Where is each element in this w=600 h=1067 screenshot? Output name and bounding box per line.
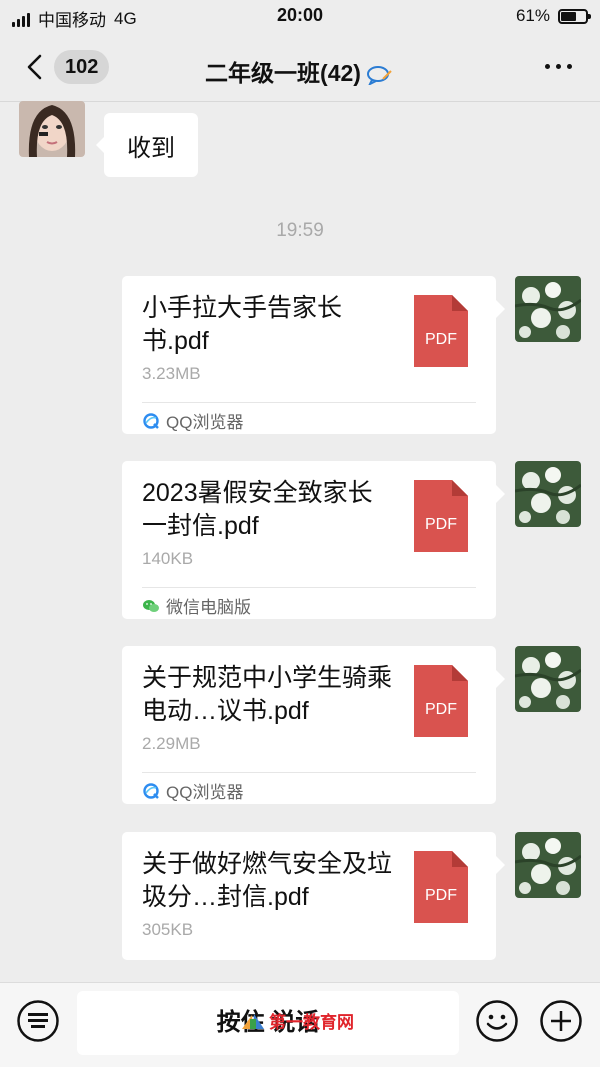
file-name: 2023暑假安全致家长一封信.pdf [142, 479, 373, 540]
qq-browser-icon [143, 782, 159, 799]
message-bubble[interactable]: 收到 [96, 113, 198, 177]
wechat-icon [143, 599, 159, 612]
file-type-label: PDF [425, 701, 457, 718]
file-message-card[interactable]: 关于做好燃气安全及垃圾分…封信.pdf 305KB PDF [122, 832, 505, 960]
avatar[interactable] [515, 276, 581, 342]
battery-icon [558, 8, 591, 24]
pdf-file-icon: PDF [414, 295, 468, 367]
qq-browser-icon [143, 412, 159, 429]
status-bar: 中国移动 4G 20:00 61% [0, 0, 600, 34]
avatar[interactable] [515, 461, 581, 527]
file-source-label: QQ浏览器 [166, 783, 244, 802]
file-type-label: PDF [425, 331, 457, 348]
clock: 20:00 [276, 5, 324, 25]
keyboard-icon[interactable] [17, 1000, 59, 1042]
file-message-card[interactable]: 小手拉大手告家长书.pdf 3.23MB PDF QQ浏览器 [122, 276, 505, 434]
card-divider [142, 772, 476, 773]
file-source-label: 微信电脑版 [166, 598, 251, 617]
message-timestamp: 19:59 [276, 220, 324, 241]
file-size: 140KB [142, 549, 194, 568]
file-message-card[interactable]: 2023暑假安全致家长一封信.pdf 140KB PDF 微信电脑版 [122, 461, 505, 619]
pdf-file-icon: PDF [414, 851, 468, 923]
watermark-text: 第一教育网 [269, 1013, 354, 1032]
battery-percent: 61% [515, 6, 550, 25]
watermark-logo-icon [242, 1013, 264, 1029]
file-name: 关于规范中小学生骑乘电动…议书.pdf [142, 664, 393, 725]
file-source: 微信电脑版 [142, 593, 251, 618]
file-message-card[interactable]: 关于规范中小学生骑乘电动…议书.pdf 2.29MB PDF QQ浏览器 [122, 646, 505, 804]
more-icon[interactable] [545, 64, 572, 69]
muted-chat-icon [366, 65, 392, 85]
avatar[interactable] [515, 832, 581, 898]
file-source-label: QQ浏览器 [166, 413, 244, 432]
chat-header: 102 二年级一班(42) [0, 34, 600, 102]
file-type-label: PDF [425, 887, 457, 904]
card-divider [142, 587, 476, 588]
plus-icon[interactable] [540, 1000, 582, 1042]
file-name: 关于做好燃气安全及垃圾分…封信.pdf [142, 850, 393, 911]
card-divider [142, 402, 476, 403]
pdf-file-icon: PDF [414, 480, 468, 552]
watermark: 第一教育网 [240, 1008, 354, 1033]
file-size: 2.29MB [142, 734, 201, 753]
file-name: 小手拉大手告家长书.pdf [142, 294, 343, 355]
message-text: 收到 [127, 134, 175, 162]
file-size: 305KB [142, 920, 194, 939]
file-source: QQ浏览器 [142, 408, 243, 433]
chat-title: 二年级一班(42) [205, 60, 361, 86]
emoji-icon[interactable] [476, 1000, 518, 1042]
avatar[interactable] [515, 646, 581, 712]
avatar[interactable] [19, 101, 85, 157]
pdf-file-icon: PDF [414, 665, 468, 737]
file-size: 3.23MB [142, 364, 201, 383]
file-source: QQ浏览器 [142, 778, 243, 803]
battery-info: 61% [515, 6, 591, 26]
chat-title-wrap[interactable]: 二年级一班(42) [0, 54, 600, 88]
file-type-label: PDF [425, 516, 457, 533]
